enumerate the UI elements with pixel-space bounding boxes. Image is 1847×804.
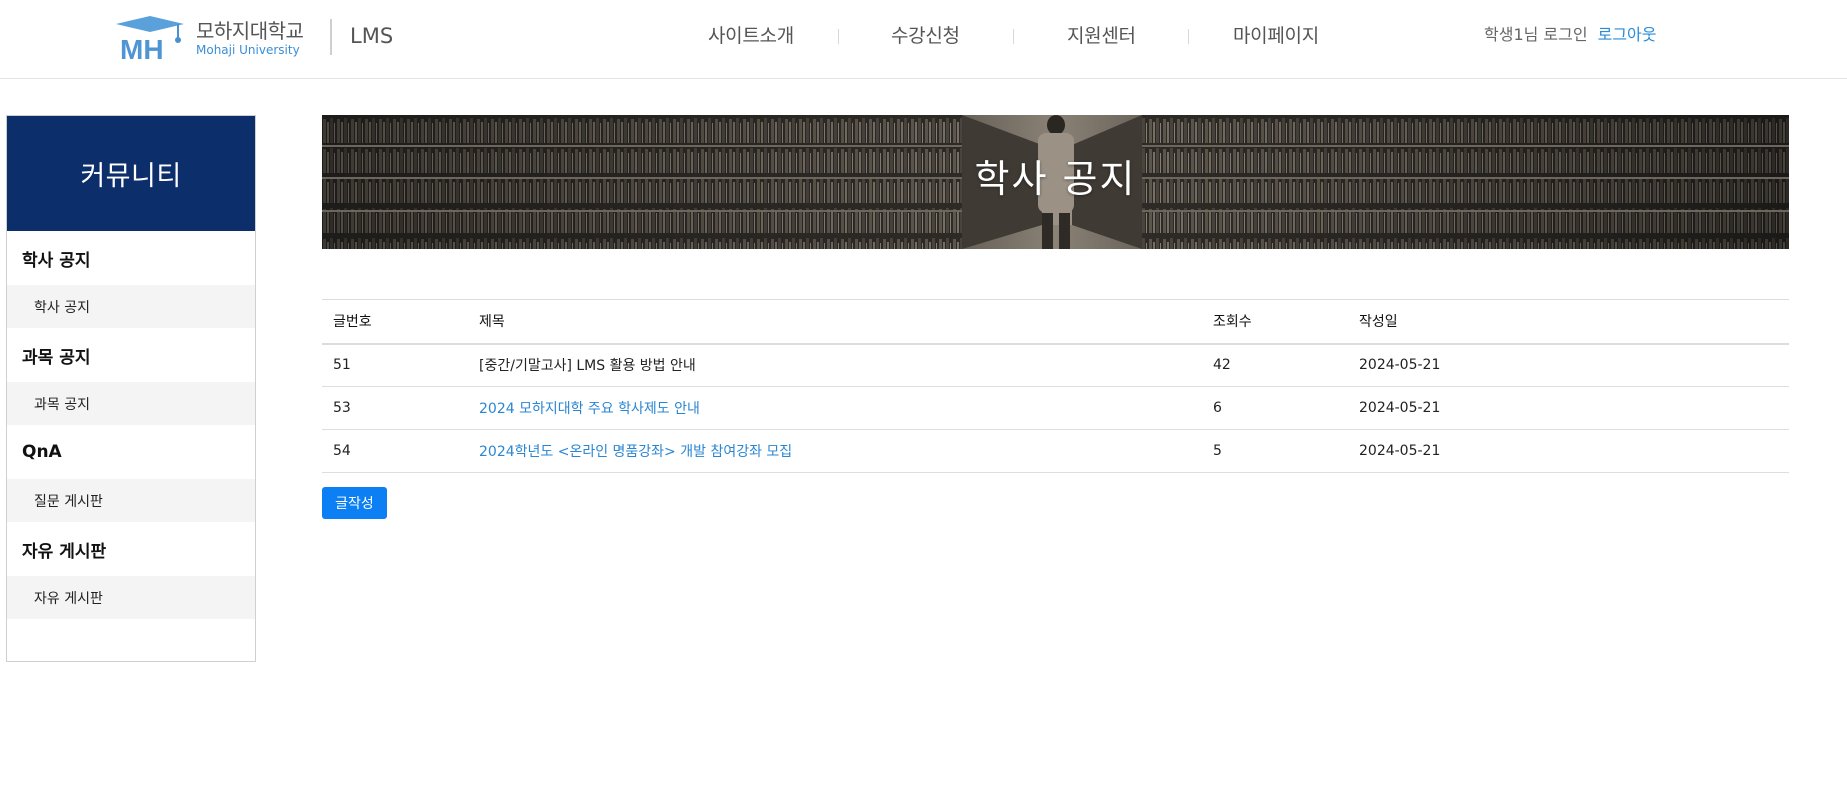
nav-separator — [838, 29, 839, 44]
page-banner: 학사 공지 — [322, 115, 1789, 249]
logged-in-user: 학생1님 로그인 — [1484, 25, 1588, 44]
sidebar-item-course-notice[interactable]: 과목 공지 — [7, 382, 255, 425]
table-row: 54 2024학년도 <온라인 명품강좌> 개발 참여강좌 모집 5 2024-… — [322, 429, 1789, 473]
sidebar-group-qna: QnA — [22, 442, 62, 462]
row-views: 42 — [1202, 343, 1348, 387]
row-title[interactable]: [중간/기말고사] LMS 활용 방법 안내 — [468, 343, 1202, 387]
nav-separator — [1013, 29, 1014, 44]
row-title-link[interactable]: 2024 모하지대학 주요 학사제도 안내 — [468, 386, 1202, 430]
sidebar-item-question-board[interactable]: 질문 게시판 — [7, 479, 255, 522]
row-date: 2024-05-21 — [1348, 386, 1789, 430]
site-header: MH 모하지대학교 Mohaji University LMS 사이트소개 수강… — [0, 0, 1847, 79]
logout-link[interactable]: 로그아웃 — [1598, 25, 1657, 44]
row-date: 2024-05-21 — [1348, 343, 1789, 387]
header-title: 제목 — [468, 299, 1202, 345]
row-number: 53 — [322, 386, 468, 430]
table-row: 51 [중간/기말고사] LMS 활용 방법 안내 42 2024-05-21 — [322, 343, 1789, 387]
nav-mypage[interactable]: 마이페이지 — [1233, 20, 1319, 52]
nav-site-intro[interactable]: 사이트소개 — [708, 20, 794, 52]
row-date: 2024-05-21 — [1348, 429, 1789, 473]
row-views: 5 — [1202, 429, 1348, 473]
banner-title: 학사 공지 — [974, 156, 1137, 201]
row-number: 54 — [322, 429, 468, 473]
nav-separator — [1188, 29, 1189, 44]
nav-support-center[interactable]: 지원센터 — [1067, 20, 1136, 52]
sidebar-group-academic-notice: 학사 공지 — [22, 250, 91, 271]
user-area: 학생1님 로그인 로그아웃 — [1484, 24, 1656, 46]
nav-course-registration[interactable]: 수강신청 — [891, 20, 960, 52]
notice-table: 글번호 제목 조회수 작성일 51 [중간/기말고사] LMS 활용 방법 안내… — [322, 299, 1789, 473]
row-title-link[interactable]: 2024학년도 <온라인 명품강좌> 개발 참여강좌 모집 — [468, 429, 1202, 473]
header-number: 글번호 — [322, 299, 468, 345]
table-header-row: 글번호 제목 조회수 작성일 — [322, 299, 1789, 345]
header-date: 작성일 — [1348, 299, 1789, 345]
row-views: 6 — [1202, 386, 1348, 430]
table-row: 53 2024 모하지대학 주요 학사제도 안내 6 2024-05-21 — [322, 386, 1789, 430]
row-number: 51 — [322, 343, 468, 387]
header-views: 조회수 — [1202, 299, 1348, 345]
sidebar-group-free-board: 자유 게시판 — [22, 541, 107, 562]
sidebar-item-free-board[interactable]: 자유 게시판 — [7, 576, 255, 619]
sidebar: 커뮤니티 학사 공지 학사 공지 과목 공지 과목 공지 QnA 질문 게시판 … — [6, 115, 256, 662]
sidebar-title: 커뮤니티 — [7, 116, 255, 231]
write-post-button[interactable]: 글작성 — [322, 487, 387, 519]
sidebar-item-academic-notice[interactable]: 학사 공지 — [7, 285, 255, 328]
sidebar-group-course-notice: 과목 공지 — [22, 347, 91, 368]
